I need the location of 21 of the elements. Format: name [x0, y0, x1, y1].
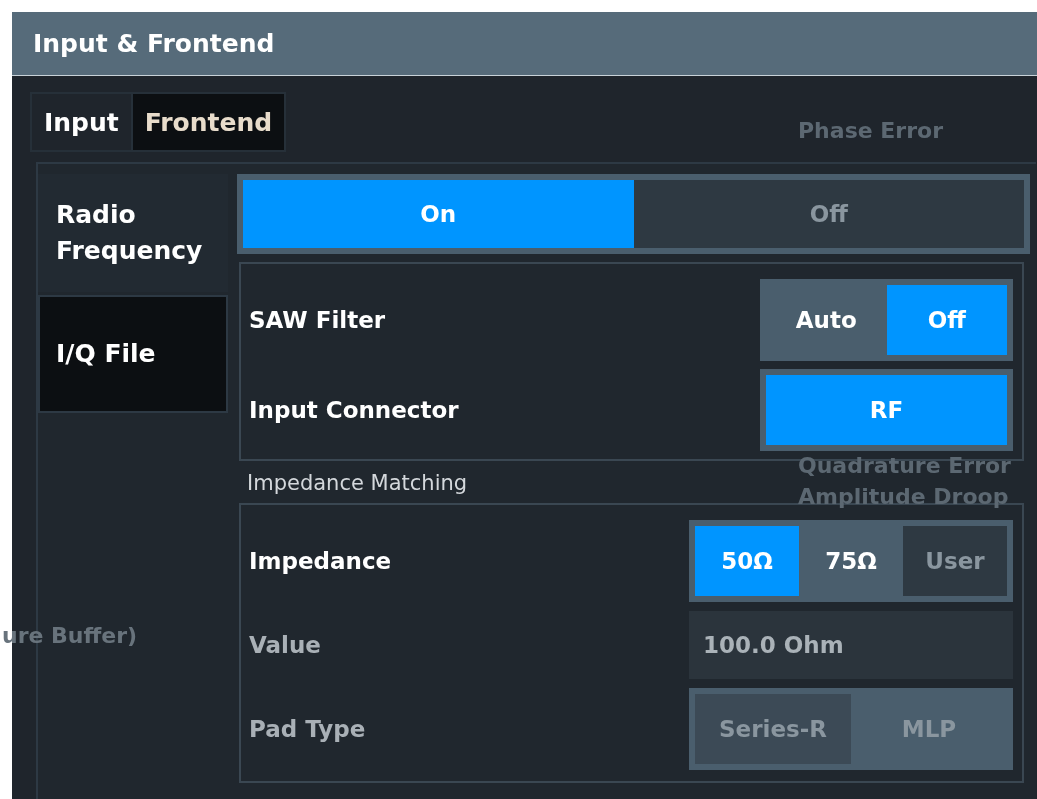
toggle-option[interactable]: 75Ω	[799, 526, 903, 596]
setting-label: Input Connector	[249, 397, 459, 423]
setting-label: SAW Filter	[249, 307, 386, 333]
toggle-option[interactable]: 50Ω	[695, 526, 799, 596]
toggle-option[interactable]: On	[243, 180, 634, 248]
setting-label: Value	[249, 632, 321, 658]
nav-item[interactable]: I/Q File	[38, 295, 228, 413]
toggle-option[interactable]: RF	[766, 375, 1007, 445]
dialog-title: Input & Frontend	[12, 12, 1037, 76]
background-readout: Quadrature Error	[798, 453, 1011, 478]
tab[interactable]: Frontend	[130, 92, 287, 152]
nav-item[interactable]: Radio Frequency	[38, 174, 228, 292]
group-title: Impedance Matching	[247, 471, 468, 497]
setting-label: Pad Type	[249, 716, 366, 742]
toggle-option[interactable]: Off	[633, 180, 1024, 248]
tab[interactable]: Input	[30, 92, 131, 152]
background-readout: Phase Error	[798, 118, 943, 143]
toggle-option[interactable]: Off	[886, 285, 1007, 355]
background-readout: Amplitude Droop	[798, 484, 1009, 509]
setting-label: Impedance	[249, 548, 392, 574]
toggle-option[interactable]: Auto	[766, 285, 887, 355]
